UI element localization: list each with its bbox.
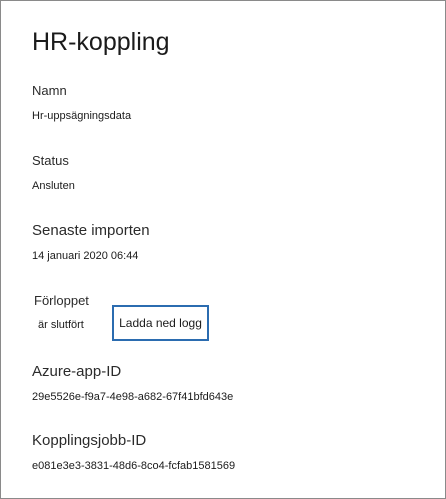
last-import-value: 14 januari 2020 06:44	[32, 250, 139, 262]
name-label: Namn	[32, 83, 67, 98]
status-label: Status	[32, 153, 69, 168]
azure-app-id-value: 29e5526e-f9a7-4e98-a682-67f41bfd643e	[32, 391, 234, 403]
last-import-label: Senaste importen	[32, 222, 150, 239]
name-value: Hr-uppsägningsdata	[32, 110, 132, 122]
page-title: HR-koppling	[32, 28, 170, 56]
hr-connector-details-panel: HR-koppling Namn Hr-uppsägningsdata Stat…	[0, 0, 446, 499]
azure-app-id-label: Azure-app-ID	[32, 363, 122, 380]
connector-job-id-label: Kopplingsjobb-ID	[32, 432, 147, 449]
progress-label: Förloppet	[34, 293, 89, 308]
download-log-button[interactable]: Ladda ned logg	[112, 305, 209, 341]
progress-status: är slutfört	[38, 319, 84, 331]
status-value: Ansluten	[32, 180, 75, 192]
connector-job-id-value: e081e3e3-3831-48d6-8co4-fcfab1581569	[32, 460, 236, 472]
